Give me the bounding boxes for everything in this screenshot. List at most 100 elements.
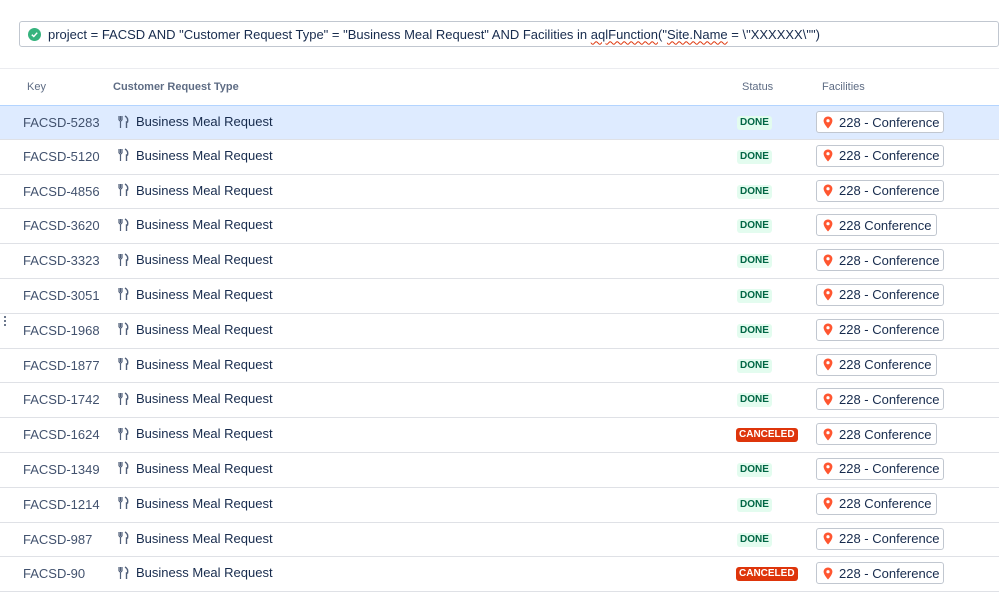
facility-label: 228 - Conference [839, 287, 940, 303]
issue-key-link[interactable]: FACSD-3620 [23, 218, 100, 233]
cutlery-icon [117, 566, 130, 580]
status-badge: DONE [737, 149, 772, 164]
request-type-cell: Business Meal Request [117, 287, 273, 302]
issue-key-link[interactable]: FACSD-1968 [23, 323, 100, 338]
cutlery-icon [117, 322, 130, 336]
table-row[interactable]: FACSD-90 Business Meal Request CANCELED [0, 557, 999, 593]
table-header: Key Customer Request Type Status Facilit… [0, 69, 999, 105]
issue-key-link[interactable]: FACSD-1742 [23, 392, 100, 407]
cutlery-icon [117, 218, 130, 232]
request-type-cell: Business Meal Request [117, 183, 273, 198]
facility-label: 228 Conference [839, 496, 932, 512]
request-type-label: Business Meal Request [136, 286, 273, 302]
issue-key-link[interactable]: FACSD-4856 [23, 184, 100, 199]
issue-key-link[interactable]: FACSD-1877 [23, 358, 100, 373]
location-pin-icon [823, 532, 833, 545]
facility-object[interactable]: 228 - Conference [816, 144, 945, 167]
column-header-status[interactable]: Status [742, 81, 773, 93]
issue-key-link[interactable]: FACSD-90 [23, 566, 85, 581]
facility-object[interactable]: 228 Conference [816, 214, 937, 237]
facility-object[interactable]: 228 - Conference [816, 527, 945, 550]
table-row[interactable]: FACSD-3620 Business Meal Request DONE 22… [0, 209, 999, 245]
request-type-cell: Business Meal Request [117, 252, 273, 267]
facility-object[interactable]: 228 - Conference [816, 283, 945, 306]
table-row[interactable]: FACSD-1624 Business Meal Request CANCELE… [0, 418, 999, 453]
issue-key-link[interactable]: FACSD-3051 [23, 288, 100, 303]
request-type-label: Business Meal Request [136, 147, 273, 163]
table-row[interactable]: FACSD-5283 Business Meal Request DONE 22… [0, 105, 999, 140]
facility-label: 228 - Conference [839, 148, 940, 164]
location-pin-icon [823, 219, 833, 232]
cutlery-icon [117, 531, 130, 545]
table-row[interactable]: FACSD-1877 Business Meal Request DONE 22… [0, 349, 999, 384]
request-type-cell: Business Meal Request [117, 148, 273, 163]
facility-label: 228 - Conference [839, 183, 940, 199]
column-header-key[interactable]: Key [27, 81, 46, 93]
issue-key-link[interactable]: FACSD-5283 [23, 115, 100, 130]
cutlery-icon [117, 496, 130, 510]
issue-key-link[interactable]: FACSD-3323 [23, 253, 100, 268]
facility-label: 228 - Conference [839, 322, 940, 338]
request-type-cell: Business Meal Request [117, 217, 273, 232]
cutlery-icon [117, 287, 130, 301]
facility-object[interactable]: 228 - Conference [816, 318, 945, 341]
facility-object[interactable]: 228 - Conference [816, 562, 945, 585]
issue-key-link[interactable]: FACSD-1349 [23, 462, 100, 477]
table-row[interactable]: FACSD-1214 Business Meal Request DONE 22… [0, 488, 999, 523]
status-badge: DONE [737, 393, 772, 408]
facility-label: 228 - Conference [839, 531, 940, 547]
facility-object[interactable]: 228 - Conference [816, 179, 945, 202]
cutlery-icon [117, 148, 130, 162]
request-type-label: Business Meal Request [136, 495, 273, 511]
table-row[interactable]: FACSD-3051 Business Meal Request DONE 22… [0, 279, 999, 314]
request-type-cell: Business Meal Request [117, 426, 273, 441]
issue-key-link[interactable]: FACSD-5120 [23, 149, 100, 164]
location-pin-icon [823, 497, 833, 510]
column-header-facilities[interactable]: Facilities [822, 81, 865, 93]
facility-object[interactable]: 228 - Conference [816, 388, 945, 411]
request-type-cell: Business Meal Request [117, 531, 273, 546]
issue-key-link[interactable]: FACSD-987 [23, 532, 92, 547]
cutlery-icon [117, 183, 130, 197]
status-badge: DONE [737, 288, 772, 303]
facility-object[interactable]: 228 Conference [816, 492, 937, 515]
status-badge: DONE [737, 462, 772, 477]
location-pin-icon [823, 323, 833, 336]
issue-key-link[interactable]: FACSD-1214 [23, 497, 100, 512]
facility-object[interactable]: 228 - Conference [816, 457, 945, 480]
facility-object[interactable]: 228 Conference [816, 353, 937, 376]
location-pin-icon [823, 184, 833, 197]
table-row[interactable]: FACSD-4856 Business Meal Request DONE 22… [0, 175, 999, 210]
table-row[interactable]: FACSD-5120 Business Meal Request DONE 22… [0, 140, 999, 175]
location-pin-icon [823, 428, 833, 441]
request-type-label: Business Meal Request [136, 460, 273, 476]
request-type-label: Business Meal Request [136, 356, 273, 372]
request-type-label: Business Meal Request [136, 565, 273, 581]
facility-label: 228 Conference [839, 217, 932, 233]
status-badge: CANCELED [736, 567, 798, 582]
column-header-request-type[interactable]: Customer Request Type [113, 81, 239, 93]
table-row[interactable]: FACSD-3323 Business Meal Request DONE 22… [0, 244, 999, 279]
facility-object[interactable]: 228 - Conference [816, 249, 945, 272]
jql-query-input[interactable]: project = FACSD AND "Customer Request Ty… [19, 21, 999, 47]
request-type-label: Business Meal Request [136, 321, 273, 337]
facility-label: 228 Conference [839, 357, 932, 373]
request-type-label: Business Meal Request [136, 182, 273, 198]
table-row[interactable]: FACSD-1742 Business Meal Request DONE 22… [0, 383, 999, 419]
status-badge: DONE [737, 219, 772, 234]
facility-object[interactable]: 228 - Conference [816, 111, 945, 133]
request-type-label: Business Meal Request [136, 252, 273, 268]
table-row[interactable]: FACSD-1968 Business Meal Request DONE 22… [0, 314, 999, 349]
request-type-label: Business Meal Request [136, 391, 273, 407]
request-type-label: Business Meal Request [136, 114, 273, 129]
table-row[interactable]: FACSD-1349 Business Meal Request DONE 22… [0, 453, 999, 488]
request-type-cell: Business Meal Request [117, 357, 273, 372]
status-badge: DONE [737, 184, 772, 199]
status-badge: DONE [737, 532, 772, 547]
facility-object[interactable]: 228 Conference [816, 423, 937, 446]
facility-label: 228 - Conference [839, 252, 940, 268]
issue-key-link[interactable]: FACSD-1624 [23, 427, 100, 442]
table-row[interactable]: FACSD-987 Business Meal Request DONE 228… [0, 523, 999, 558]
jql-query-text: project = FACSD AND "Customer Request Ty… [48, 26, 820, 42]
location-pin-icon [823, 462, 833, 475]
